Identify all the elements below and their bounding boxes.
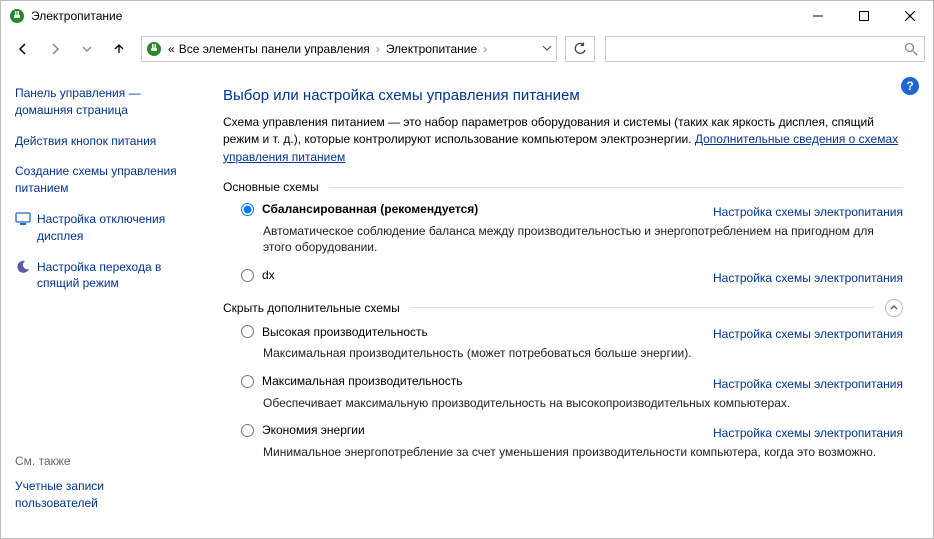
- plan-description: Обеспечивает максимальную производительн…: [263, 395, 903, 412]
- plan-radio[interactable]: [241, 424, 254, 437]
- plan-description: Автоматическое соблюдение баланса между …: [263, 223, 903, 257]
- maximize-button[interactable]: [841, 1, 887, 31]
- plan-configure-link[interactable]: Настройка схемы электропитания: [713, 426, 903, 440]
- plan-name: Максимальная производительность: [262, 374, 463, 388]
- sidebar-home-link[interactable]: Панель управления — домашняя страница: [15, 85, 189, 119]
- window-title: Электропитание: [31, 9, 795, 23]
- plan-configure-link[interactable]: Настройка схемы электропитания: [713, 327, 903, 341]
- sidebar-item[interactable]: Создание схемы управления питанием: [15, 163, 189, 197]
- nav-up-button[interactable]: [105, 35, 133, 63]
- plan-description: Максимальная производительность (может п…: [263, 345, 903, 362]
- see-also-label: См. также: [15, 454, 189, 468]
- moon-icon: [15, 259, 31, 293]
- plan-radio-label[interactable]: Максимальная производительность: [241, 374, 463, 388]
- sidebar-item[interactable]: Настройка перехода в спящий режим: [15, 259, 189, 293]
- help-button[interactable]: ?: [901, 77, 919, 95]
- chevron-down-icon[interactable]: [542, 42, 552, 56]
- sidebar-item[interactable]: Действия кнопок питания: [15, 133, 189, 150]
- plan-name: Экономия энергии: [262, 423, 365, 437]
- power-plug-icon: [9, 8, 25, 24]
- navbar: « Все элементы панели управления › Элект…: [1, 31, 933, 67]
- collapse-icon[interactable]: [885, 299, 903, 317]
- nav-forward-button[interactable]: [41, 35, 69, 63]
- plan-description: Минимальное энергопотребление за счет ум…: [263, 444, 903, 461]
- breadcrumb-item[interactable]: Все элементы панели управления: [177, 42, 372, 56]
- page-heading: Выбор или настройка схемы управления пит…: [223, 87, 903, 104]
- intro-text: Схема управления питанием — это набор па…: [223, 114, 903, 166]
- section-extra-header: Скрыть дополнительные схемы: [223, 299, 903, 317]
- monitor-icon: [15, 211, 31, 245]
- section-primary-label: Основные схемы: [223, 180, 319, 194]
- power-plan: Экономия энергии Настройка схемы электроп…: [241, 423, 903, 460]
- power-plan: Максимальная производительность Настройка…: [241, 374, 903, 411]
- plan-radio-label[interactable]: Сбалансированная (рекомендуется): [241, 202, 478, 216]
- refresh-button[interactable]: [565, 36, 595, 62]
- plan-configure-link[interactable]: Настройка схемы электропитания: [713, 377, 903, 391]
- content-body: ? Панель управления — домашняя страница …: [1, 67, 933, 538]
- search-icon: [904, 42, 918, 56]
- plan-radio-label[interactable]: Экономия энергии: [241, 423, 365, 437]
- section-primary-header: Основные схемы: [223, 180, 903, 194]
- plan-radio-label[interactable]: dx: [241, 268, 275, 282]
- plan-radio-label[interactable]: Высокая производительность: [241, 325, 428, 339]
- main-panel: Выбор или настройка схемы управления пит…: [201, 67, 933, 538]
- breadcrumb-sep: «: [166, 42, 177, 56]
- plan-radio[interactable]: [241, 375, 254, 388]
- plan-configure-link[interactable]: Настройка схемы электропитания: [713, 205, 903, 219]
- plan-radio[interactable]: [241, 203, 254, 216]
- plan-name: Высокая производительность: [262, 325, 428, 339]
- plan-name: Сбалансированная (рекомендуется): [262, 202, 478, 216]
- section-extra-label: Скрыть дополнительные схемы: [223, 301, 400, 315]
- chevron-right-icon[interactable]: ›: [479, 42, 491, 56]
- titlebar: Электропитание: [1, 1, 933, 31]
- power-plan: dx Настройка схемы электропитания: [241, 268, 903, 285]
- plan-radio[interactable]: [241, 325, 254, 338]
- minimize-button[interactable]: [795, 1, 841, 31]
- plan-configure-link[interactable]: Настройка схемы электропитания: [713, 271, 903, 285]
- nav-recent-button[interactable]: [73, 35, 101, 63]
- nav-back-button[interactable]: [9, 35, 37, 63]
- sidebar-item[interactable]: Настройка отключения дисплея: [15, 211, 189, 245]
- sidebar: Панель управления — домашняя страница Де…: [1, 67, 201, 538]
- close-button[interactable]: [887, 1, 933, 31]
- chevron-right-icon[interactable]: ›: [372, 42, 384, 56]
- power-plan: Высокая производительность Настройка схем…: [241, 325, 903, 362]
- power-plan: Сбалансированная (рекомендуется) Настройк…: [241, 202, 903, 256]
- power-plug-icon: [146, 41, 162, 57]
- breadcrumb-item[interactable]: Электропитание: [384, 42, 479, 56]
- search-input[interactable]: [605, 36, 925, 62]
- sidebar-accounts-link[interactable]: Учетные записи пользователей: [15, 478, 189, 512]
- plan-name: dx: [262, 268, 275, 282]
- window-controls: [795, 1, 933, 31]
- address-bar[interactable]: « Все элементы панели управления › Элект…: [141, 36, 557, 62]
- plan-radio[interactable]: [241, 269, 254, 282]
